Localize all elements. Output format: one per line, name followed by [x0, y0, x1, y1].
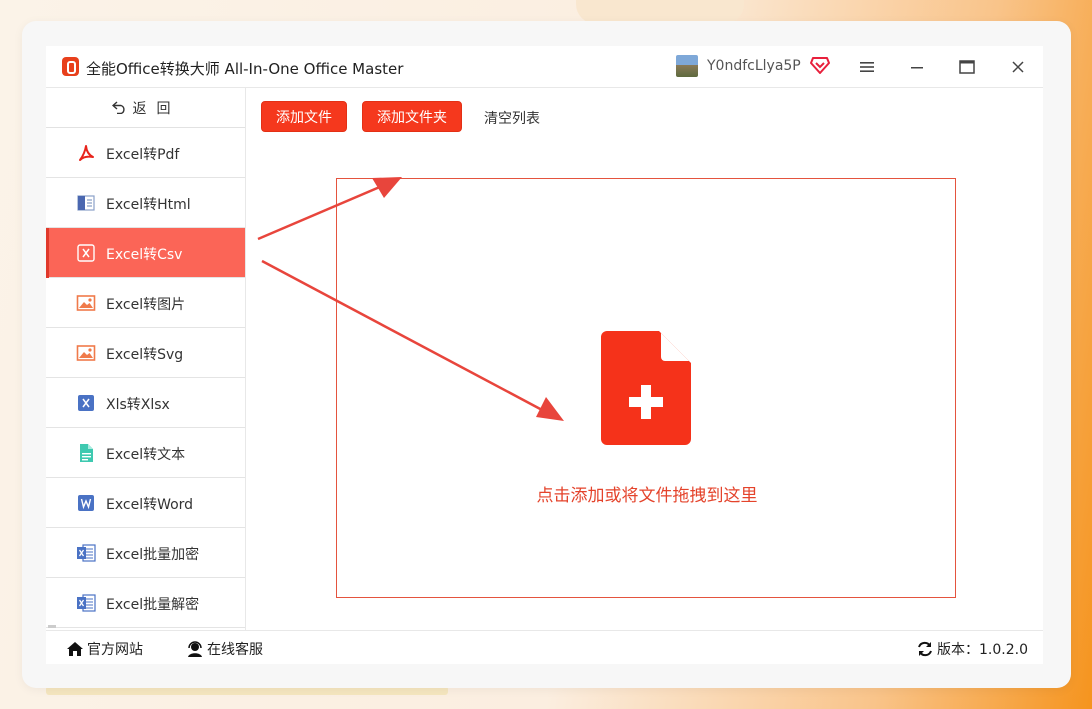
sidebar-item-label: Excel转文本: [106, 447, 186, 463]
app-logo-icon: [62, 57, 79, 76]
back-button[interactable]: 返回: [46, 88, 245, 128]
back-label: 返回: [132, 100, 181, 117]
add-file-icon[interactable]: [601, 331, 691, 446]
text-file-icon: [80, 444, 93, 462]
sidebar-item-label: Excel转图片: [106, 297, 186, 313]
main-panel: 添加文件 添加文件夹 清空列表 点击添加或将文件拖拽到这里: [246, 88, 1043, 630]
sidebar-item-excel-to-text[interactable]: Excel转文本: [46, 428, 245, 478]
customer-service-icon: [188, 641, 202, 657]
sidebar-item-label: Excel转Svg: [106, 347, 184, 363]
username[interactable]: Y0ndfcLlya5P: [707, 58, 801, 74]
title-bar: 全能Office转换大师 All-In-One Office Master Y0…: [46, 46, 1043, 88]
official-website-label: 官方网站: [87, 642, 143, 658]
online-support-link[interactable]: 在线客服: [186, 639, 263, 659]
add-folder-button[interactable]: 添加文件夹: [362, 101, 462, 132]
back-arrow-icon: [111, 101, 125, 114]
official-website-link[interactable]: 官方网站: [66, 639, 143, 659]
close-icon: [1012, 61, 1024, 73]
sidebar-item-excel-to-image[interactable]: Excel转图片: [46, 278, 245, 328]
sidebar: 返回 Excel转Pdf Excel转Html Excel转Csv Excel转…: [46, 88, 246, 630]
sidebar-item-label: Excel转Html: [106, 197, 191, 213]
excel-file-icon: [77, 544, 96, 562]
image-icon: [76, 345, 96, 361]
sidebar-item-label: Excel批量解密: [106, 597, 200, 613]
footer: 官方网站 在线客服 版本：1.0.2.0: [46, 630, 1043, 664]
maximize-icon: [959, 60, 975, 74]
excel-icon: [78, 395, 94, 411]
sidebar-item-xls-to-xlsx[interactable]: Xls转Xlsx: [46, 378, 245, 428]
drop-zone-hint: 点击添加或将文件拖拽到这里: [536, 486, 758, 506]
maximize-button[interactable]: [956, 56, 978, 78]
home-icon: [67, 642, 83, 656]
menu-button[interactable]: [856, 56, 878, 78]
minimize-icon: [911, 67, 923, 69]
sidebar-item-label: Excel批量加密: [106, 547, 200, 563]
html-icon: [77, 195, 95, 211]
sidebar-item-excel-to-csv[interactable]: Excel转Csv: [46, 228, 245, 278]
sidebar-item-excel-to-pdf[interactable]: Excel转Pdf: [46, 128, 245, 178]
sidebar-item-excel-batch-encrypt[interactable]: Excel批量加密: [46, 528, 245, 578]
scrollbar[interactable]: [48, 625, 56, 628]
sidebar-item-label: Excel转Csv: [106, 247, 183, 263]
menu-icon: [860, 62, 874, 72]
minimize-button[interactable]: [906, 56, 928, 78]
pdf-icon: [79, 145, 94, 161]
avatar[interactable]: [676, 55, 698, 77]
image-icon: [76, 295, 96, 311]
csv-icon: [77, 244, 95, 262]
refresh-icon: [918, 641, 932, 657]
close-button[interactable]: [1007, 56, 1029, 78]
clear-list-button[interactable]: 清空列表: [484, 108, 540, 128]
sidebar-item-excel-to-html[interactable]: Excel转Html: [46, 178, 245, 228]
sidebar-item-label: Excel转Word: [106, 497, 194, 513]
sidebar-item-excel-batch-decrypt[interactable]: Excel批量解密: [46, 578, 245, 628]
sidebar-item-excel-to-word[interactable]: Excel转Word: [46, 478, 245, 528]
sidebar-item-excel-to-svg[interactable]: Excel转Svg: [46, 328, 245, 378]
sidebar-item-label: Excel转Pdf: [106, 147, 180, 163]
add-file-button[interactable]: 添加文件: [261, 101, 347, 132]
app-title: 全能Office转换大师 All-In-One Office Master: [86, 60, 404, 78]
vip-diamond-icon[interactable]: [810, 56, 830, 74]
excel-file-icon: [77, 594, 96, 612]
version-info[interactable]: 版本：1.0.2.0: [916, 639, 1028, 659]
app-window: 全能Office转换大师 All-In-One Office Master Y0…: [46, 46, 1043, 664]
version-label: 版本：1.0.2.0: [937, 642, 1028, 658]
word-icon: [78, 495, 94, 511]
online-support-label: 在线客服: [207, 642, 263, 658]
sidebar-item-label: Xls转Xlsx: [106, 397, 170, 413]
file-drop-zone[interactable]: 点击添加或将文件拖拽到这里: [336, 178, 956, 598]
